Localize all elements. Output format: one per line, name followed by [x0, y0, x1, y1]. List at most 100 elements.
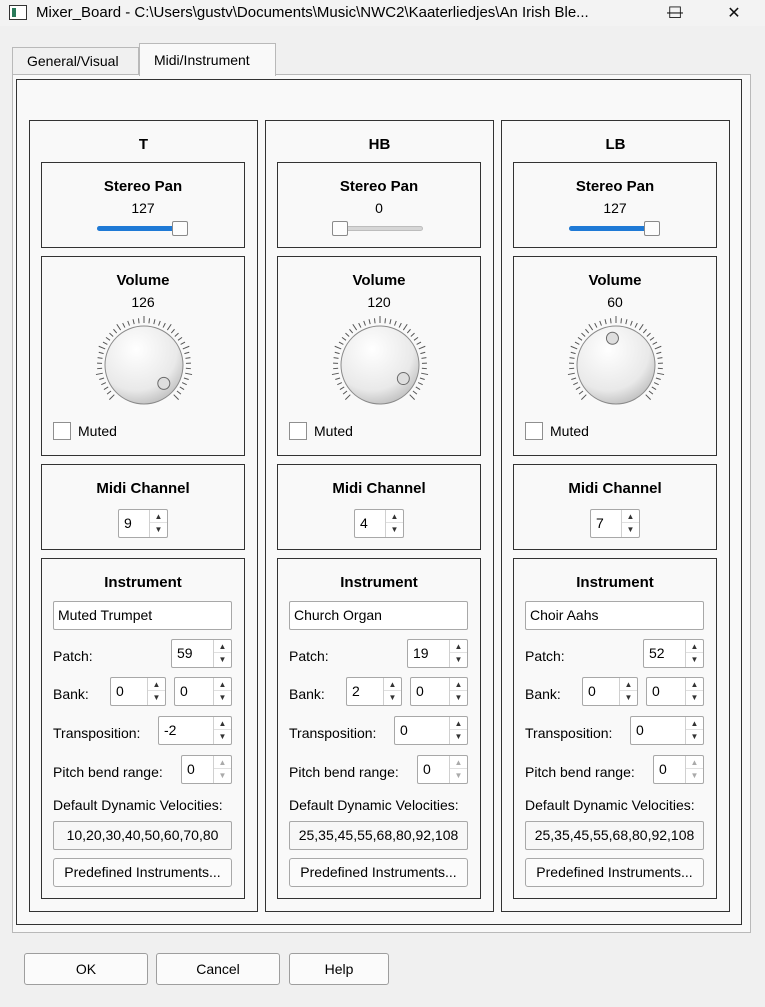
slider-handle[interactable]	[172, 221, 188, 236]
bank-lsb-spinner[interactable]: 0 ▲ ▼	[646, 677, 704, 706]
maximize-button[interactable]: ☐	[651, 0, 699, 26]
spin-arrows[interactable]: ▲ ▼	[213, 717, 231, 744]
cancel-button[interactable]: Cancel	[156, 953, 280, 985]
spin-arrows[interactable]: ▲ ▼	[149, 510, 167, 537]
volume-knob[interactable]	[330, 315, 430, 415]
spin-down-icon[interactable]: ▼	[150, 523, 167, 536]
transposition-spinner[interactable]: 0 ▲ ▼	[394, 716, 468, 745]
spin-arrows[interactable]: ▲ ▼	[685, 756, 703, 783]
spin-up-icon[interactable]: ▲	[214, 717, 231, 730]
predefined-instruments-button[interactable]: Predefined Instruments...	[289, 858, 468, 887]
spin-up-icon[interactable]: ▲	[450, 717, 467, 730]
muted-checkbox[interactable]	[289, 422, 307, 440]
spin-up-icon[interactable]: ▲	[386, 510, 403, 523]
spin-up-icon[interactable]: ▲	[450, 756, 467, 769]
predefined-instruments-button[interactable]: Predefined Instruments...	[525, 858, 704, 887]
pitch-bend-range-spinner[interactable]: 0 ▲ ▼	[181, 755, 232, 784]
spin-arrows[interactable]: ▲ ▼	[449, 756, 467, 783]
spin-up-icon[interactable]: ▲	[686, 640, 703, 653]
spin-arrows[interactable]: ▲ ▼	[449, 678, 467, 705]
spin-up-icon[interactable]: ▲	[148, 678, 165, 691]
instrument-name-field[interactable]: Choir Aahs	[525, 601, 704, 630]
patch-spinner[interactable]: 19 ▲ ▼	[407, 639, 468, 668]
bank-lsb-spinner[interactable]: 0 ▲ ▼	[410, 677, 468, 706]
spin-down-icon[interactable]: ▼	[386, 523, 403, 536]
spin-arrows[interactable]: ▲ ▼	[383, 678, 401, 705]
bank-msb-spinner[interactable]: 0 ▲ ▼	[582, 677, 638, 706]
spin-up-icon[interactable]: ▲	[384, 678, 401, 691]
stereo-pan-slider[interactable]	[97, 221, 189, 237]
tab-midi-instrument[interactable]: Midi/Instrument	[139, 43, 276, 76]
spin-down-icon[interactable]: ▼	[686, 653, 703, 666]
instrument-name-field[interactable]: Church Organ	[289, 601, 468, 630]
spin-down-icon[interactable]: ▼	[686, 730, 703, 743]
dynamic-velocities-button[interactable]: 10,20,30,40,50,60,70,80	[53, 821, 232, 850]
bank-msb-spinner[interactable]: 2 ▲ ▼	[346, 677, 402, 706]
spin-arrows[interactable]: ▲ ▼	[685, 640, 703, 667]
spin-up-icon[interactable]: ▲	[214, 756, 231, 769]
spin-down-icon[interactable]: ▼	[686, 691, 703, 704]
bank-msb-spinner[interactable]: 0 ▲ ▼	[110, 677, 166, 706]
tab-general-visual[interactable]: General/Visual	[12, 47, 139, 75]
spin-down-icon[interactable]: ▼	[214, 730, 231, 743]
muted-checkbox[interactable]	[53, 422, 71, 440]
spin-down-icon[interactable]: ▼	[214, 691, 231, 704]
pitch-bend-range-spinner[interactable]: 0 ▲ ▼	[417, 755, 468, 784]
spin-down-icon[interactable]: ▼	[384, 691, 401, 704]
volume-knob[interactable]	[566, 315, 666, 415]
dynamic-velocities-button[interactable]: 25,35,45,55,68,80,92,108	[289, 821, 468, 850]
spin-arrows[interactable]: ▲ ▼	[147, 678, 165, 705]
ok-button[interactable]: OK	[24, 953, 148, 985]
spin-up-icon[interactable]: ▲	[214, 678, 231, 691]
spin-down-icon[interactable]: ▼	[450, 691, 467, 704]
spin-down-icon[interactable]: ▼	[148, 691, 165, 704]
spin-arrows[interactable]: ▲ ▼	[685, 678, 703, 705]
dynamic-velocities-button[interactable]: 25,35,45,55,68,80,92,108	[525, 821, 704, 850]
patch-spinner[interactable]: 52 ▲ ▼	[643, 639, 704, 668]
help-button[interactable]: Help	[289, 953, 389, 985]
spin-up-icon[interactable]: ▲	[150, 510, 167, 523]
pitch-bend-range-spinner[interactable]: 0 ▲ ▼	[653, 755, 704, 784]
spin-up-icon[interactable]: ▲	[214, 640, 231, 653]
close-button[interactable]: ✕	[711, 0, 757, 26]
spin-down-icon[interactable]: ▼	[450, 730, 467, 743]
spin-down-icon[interactable]: ▼	[620, 691, 637, 704]
stereo-pan-slider[interactable]	[332, 221, 425, 237]
spin-arrows[interactable]: ▲ ▼	[213, 678, 231, 705]
volume-knob[interactable]	[94, 315, 194, 415]
bank-lsb-spinner[interactable]: 0 ▲ ▼	[174, 677, 232, 706]
spin-arrows[interactable]: ▲ ▼	[213, 756, 231, 783]
transposition-spinner[interactable]: 0 ▲ ▼	[630, 716, 704, 745]
muted-checkbox[interactable]	[525, 422, 543, 440]
instrument-name-field[interactable]: Muted Trumpet	[53, 601, 232, 630]
spin-arrows[interactable]: ▲ ▼	[619, 678, 637, 705]
midi-channel-spinner[interactable]: 4 ▲ ▼	[354, 509, 404, 538]
predefined-instruments-button[interactable]: Predefined Instruments...	[53, 858, 232, 887]
midi-channel-spinner[interactable]: 7 ▲ ▼	[590, 509, 640, 538]
spin-up-icon[interactable]: ▲	[450, 678, 467, 691]
spin-arrows[interactable]: ▲ ▼	[685, 717, 703, 744]
patch-spinner[interactable]: 59 ▲ ▼	[171, 639, 232, 668]
spin-down-icon[interactable]: ▼	[686, 769, 703, 782]
spin-arrows[interactable]: ▲ ▼	[385, 510, 403, 537]
spin-down-icon[interactable]: ▼	[622, 523, 639, 536]
transposition-spinner[interactable]: -2 ▲ ▼	[158, 716, 232, 745]
spin-up-icon[interactable]: ▲	[622, 510, 639, 523]
slider-handle[interactable]	[332, 221, 348, 236]
stereo-pan-slider[interactable]	[569, 221, 661, 237]
spin-down-icon[interactable]: ▼	[214, 653, 231, 666]
spin-down-icon[interactable]: ▼	[450, 769, 467, 782]
spin-down-icon[interactable]: ▼	[450, 653, 467, 666]
spin-up-icon[interactable]: ▲	[620, 678, 637, 691]
slider-handle[interactable]	[644, 221, 660, 236]
spin-arrows[interactable]: ▲ ▼	[213, 640, 231, 667]
spin-down-icon[interactable]: ▼	[214, 769, 231, 782]
muted-checkbox-row[interactable]: Muted	[53, 421, 117, 441]
muted-checkbox-row[interactable]: Muted	[525, 421, 589, 441]
spin-up-icon[interactable]: ▲	[686, 717, 703, 730]
muted-checkbox-row[interactable]: Muted	[289, 421, 353, 441]
spin-arrows[interactable]: ▲ ▼	[449, 717, 467, 744]
spin-arrows[interactable]: ▲ ▼	[621, 510, 639, 537]
spin-up-icon[interactable]: ▲	[450, 640, 467, 653]
midi-channel-spinner[interactable]: 9 ▲ ▼	[118, 509, 168, 538]
